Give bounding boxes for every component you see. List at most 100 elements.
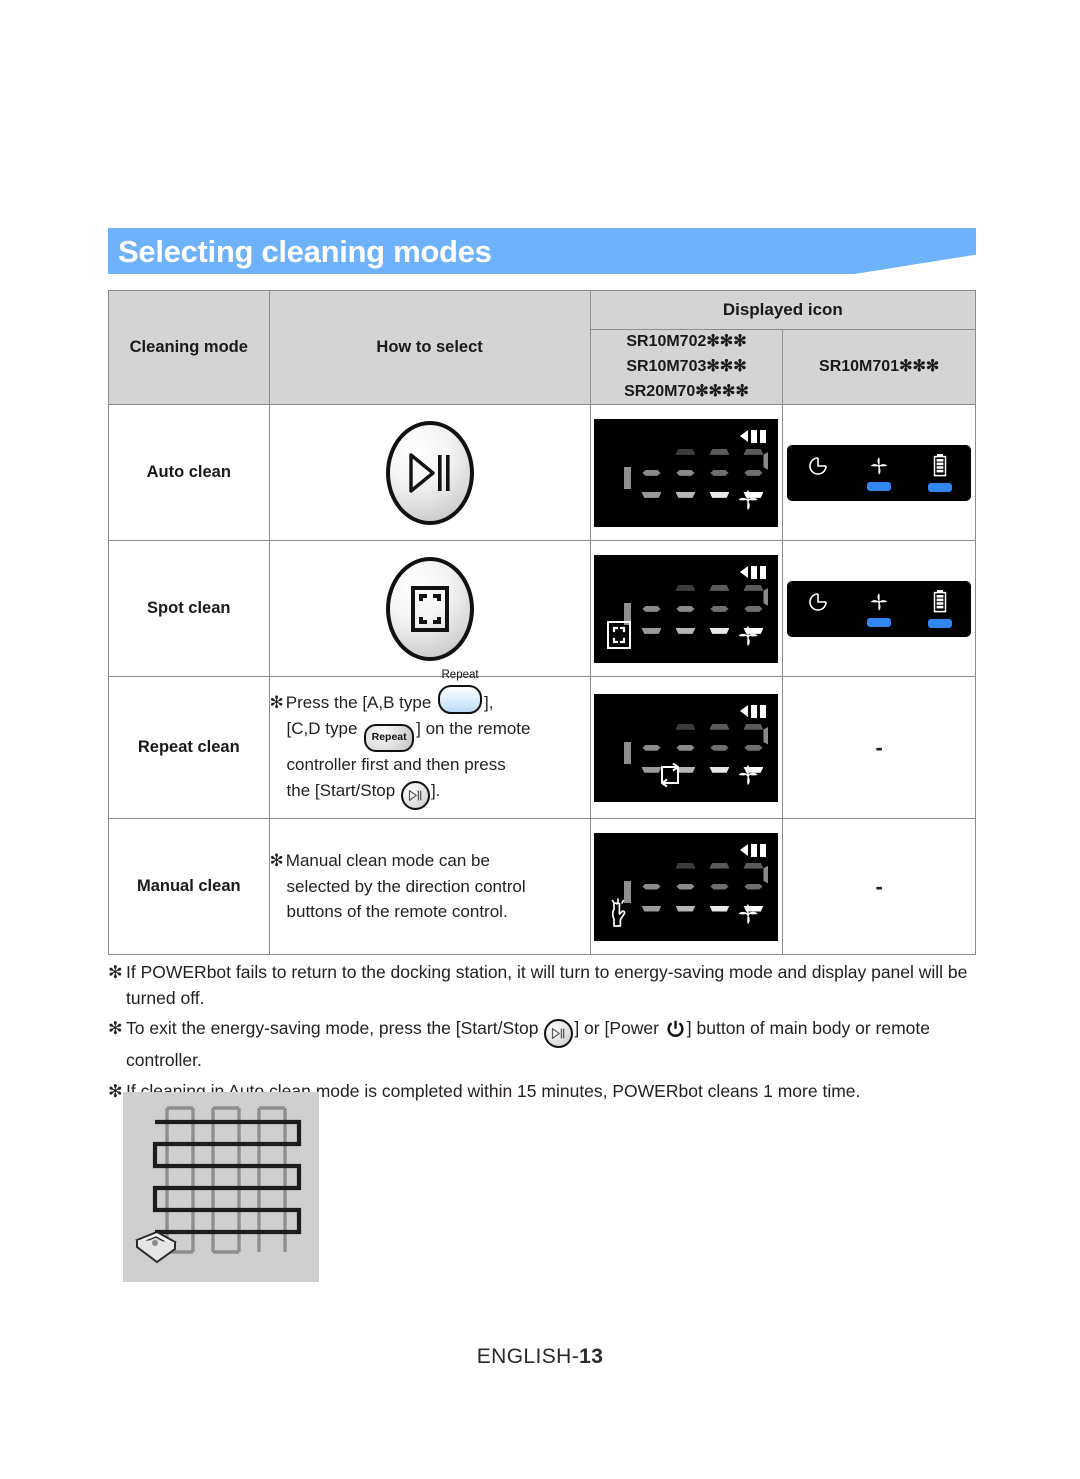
header-how-to-select: How to select: [268, 289, 591, 406]
header-models-group-2: SR10M701✻✻✻: [782, 328, 976, 406]
model-sr20m70: SR20M70✻✻✻✻: [624, 382, 749, 400]
display-manual-clean-group2-na: -: [782, 818, 976, 956]
battery-led: [928, 619, 953, 629]
how-to-select-repeat-clean: ✻ Press the [A,B type Repeat], [C,D type …: [268, 669, 591, 820]
fan-indicator: [857, 454, 901, 492]
manual-page: Selecting cleaning modes Cleaning mode H…: [0, 0, 1080, 1479]
manual-line3: buttons of the remote control.: [286, 902, 508, 922]
fan-led: [867, 618, 892, 628]
signal-bars-icon: [740, 429, 767, 443]
power-icon[interactable]: [666, 1020, 685, 1047]
repeat-line4b: ].: [430, 781, 441, 801]
fan-icon: [734, 622, 762, 655]
lcd-panel-auto: [594, 418, 779, 527]
lcd-panel-manual: [594, 832, 779, 941]
start-stop-button-glyph[interactable]: [544, 1019, 574, 1049]
footnote-2-part2: ] or [Power: [574, 1018, 664, 1039]
spot-clean-button[interactable]: [385, 556, 474, 661]
repeat-line3: controller first and then press: [286, 755, 506, 775]
model-sr10m703: SR10M703✻✻✻: [626, 357, 747, 375]
battery-indicator: [918, 589, 962, 629]
manual-line1: Manual clean mode can be: [285, 850, 490, 870]
timer-indicator: [796, 454, 840, 491]
display-spot-clean-group2: [782, 540, 976, 678]
mode-label-auto-clean: Auto clean: [108, 404, 270, 542]
fan-icon: [870, 457, 888, 475]
table-row: Manual clean ✻ Manual clean mode can be s…: [108, 818, 976, 956]
repeat-button-label: Repeat: [441, 669, 479, 682]
led-strip-spot: [787, 580, 972, 637]
play-pause-button[interactable]: [385, 420, 474, 525]
timer-led: [806, 482, 830, 491]
page-footer: ENGLISH-13: [0, 1345, 1080, 1369]
footnote-1-text: If POWERbot fails to return to the docki…: [126, 962, 968, 1008]
fan-icon: [734, 900, 762, 933]
mode-label-spot-clean: Spot clean: [108, 540, 270, 678]
clock-icon: [809, 457, 827, 476]
battery-icon: [934, 454, 947, 477]
model-sr10m702: SR10M702✻✻✻: [626, 333, 747, 350]
segment-digit-2: [670, 862, 700, 913]
segment-digit-1: [636, 585, 666, 635]
header-models-group-1: SR10M702✻✻✻ SR10M703✻✻✻ SR20M70✻✻✻✻: [589, 328, 784, 406]
display-manual-clean-group1: [589, 818, 784, 956]
segment-left-bracket: [624, 732, 632, 776]
repeat-button-cd-type[interactable]: Repeat: [364, 724, 415, 753]
footer-page-number: 13: [579, 1345, 604, 1368]
header-displayed-icon: Displayed icon: [589, 290, 977, 330]
battery-led: [928, 483, 953, 493]
fan-icon: [734, 486, 762, 519]
fan-indicator: [857, 590, 901, 628]
lcd-panel-spot: [594, 554, 779, 663]
page-title: Selecting cleaning modes: [118, 233, 492, 269]
signal-bars-icon: [740, 843, 767, 857]
segment-digit-1: [636, 863, 666, 913]
model-sr10m701: SR10M701✻✻✻: [819, 357, 940, 375]
segment-digit-3: [704, 862, 734, 913]
repeat-line4a: the [Start/Stop: [286, 781, 400, 801]
manual-hand-indicator-icon: [608, 897, 634, 935]
powerbot-robot-icon: [135, 1230, 177, 1264]
fan-icon: [870, 593, 888, 611]
asterisk-bullet: ✻: [269, 850, 284, 870]
repeat-button-ab-type[interactable]: Repeat: [438, 669, 483, 715]
manual-line2: selected by the direction control: [286, 876, 526, 896]
footnotes: ✻ If POWERbot fails to return to the doc…: [108, 960, 988, 1110]
manual-clean-instruction: ✻ Manual clean mode can be selected by th…: [270, 840, 590, 933]
how-to-select-manual-clean: ✻ Manual clean mode can be selected by th…: [268, 818, 591, 956]
how-to-select-auto-clean: [268, 404, 591, 542]
asterisk-bullet: ✻: [108, 962, 123, 982]
mode-label-manual-clean: Manual clean: [108, 818, 270, 956]
header-cleaning-mode: Cleaning mode: [108, 289, 270, 406]
battery-icon: [934, 590, 947, 613]
repeat-line2a: [C,D type: [286, 719, 363, 739]
repeat-line1a: Press the [A,B type: [285, 693, 437, 713]
table-row: Auto clean: [108, 404, 976, 542]
page-title-banner: Selecting cleaning modes: [108, 228, 976, 274]
repeat-clean-instruction: ✻ Press the [A,B type Repeat], [C,D type …: [270, 669, 590, 818]
segment-digit-3: [704, 448, 734, 499]
signal-bars-icon: [740, 704, 767, 718]
display-auto-clean-group1: [589, 404, 784, 542]
footnote-2: ✻ To exit the energy-saving mode, press …: [108, 1016, 988, 1074]
footer-language: ENGLISH-: [476, 1345, 580, 1368]
signal-bars-icon: [740, 565, 767, 579]
table-row: Repeat clean ✻ Press the [A,B type Repeat…: [108, 669, 976, 820]
spot-clean-indicator-icon: [606, 620, 632, 655]
battery-indicator: [918, 453, 962, 493]
segment-digit-2: [670, 584, 700, 635]
repeat-indicator-icon: [656, 761, 684, 794]
segment-digit-1: [636, 449, 666, 499]
start-stop-button-glyph[interactable]: [400, 781, 430, 811]
table-row: Spot clean: [108, 540, 976, 678]
mode-label-repeat-clean: Repeat clean: [108, 676, 270, 820]
display-repeat-clean-group2-na: -: [782, 676, 976, 820]
display-spot-clean-group1: [589, 540, 784, 678]
footnote-1: ✻ If POWERbot fails to return to the doc…: [108, 960, 988, 1011]
footnote-2-part1: To exit the energy-saving mode, press th…: [126, 1018, 544, 1039]
timer-led: [806, 618, 830, 627]
repeat-line2b: ] on the remote: [416, 719, 531, 739]
display-auto-clean-group2: [782, 404, 976, 542]
clock-icon: [809, 593, 827, 612]
cleaning-modes-table: Cleaning mode How to select Displayed ic…: [108, 289, 977, 956]
